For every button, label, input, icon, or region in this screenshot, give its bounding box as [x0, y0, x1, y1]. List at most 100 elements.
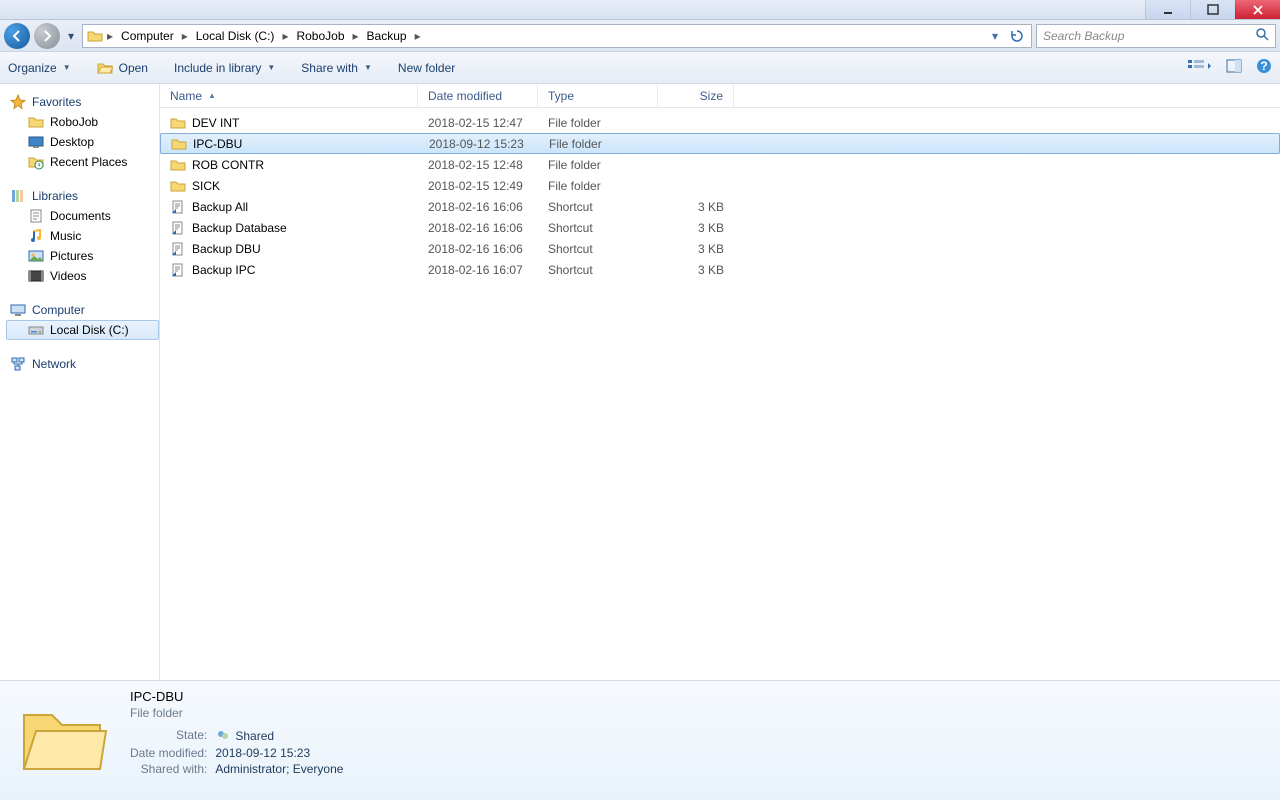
folder-icon	[170, 157, 186, 173]
column-header-name[interactable]: Name▲	[160, 84, 418, 107]
column-header-type[interactable]: Type	[538, 84, 658, 107]
sort-ascending-icon: ▲	[208, 91, 216, 100]
svg-text:?: ?	[1260, 59, 1267, 73]
sidebar-item-music[interactable]: Music	[6, 226, 159, 246]
include-in-library-button[interactable]: Include in library▼	[174, 61, 275, 75]
breadcrumb-separator[interactable]: ▸	[107, 29, 113, 43]
table-row[interactable]: Backup All 2018-02-16 16:06Shortcut3 KB	[160, 196, 1280, 217]
file-name: SICK	[192, 179, 220, 193]
file-name: ROB CONTR	[192, 158, 264, 172]
address-bar[interactable]: ▸ Computer ▸ Local Disk (C:) ▸ RoboJob ▸…	[82, 24, 1032, 48]
sidebar-network[interactable]: Network	[6, 354, 159, 374]
file-type: Shortcut	[538, 242, 658, 256]
sidebar-item-robojob[interactable]: RoboJob	[6, 112, 159, 132]
file-type: Shortcut	[538, 263, 658, 277]
forward-button[interactable]	[34, 23, 60, 49]
table-row[interactable]: SICK2018-02-15 12:49File folder	[160, 175, 1280, 196]
file-date: 2018-02-15 12:49	[418, 179, 538, 193]
breadcrumb-backup[interactable]: Backup	[363, 29, 411, 43]
sidebar-item-desktop[interactable]: Desktop	[6, 132, 159, 152]
file-size: 3 KB	[658, 263, 734, 277]
back-button[interactable]	[4, 23, 30, 49]
file-name: Backup DBU	[192, 242, 261, 256]
star-icon	[10, 94, 26, 110]
file-date: 2018-02-16 16:06	[418, 200, 538, 214]
file-date: 2018-02-16 16:06	[418, 242, 538, 256]
file-type: File folder	[539, 137, 659, 151]
column-header-date[interactable]: Date modified	[418, 84, 538, 107]
breadcrumb-robojob[interactable]: RoboJob	[292, 29, 348, 43]
libraries-icon	[10, 188, 26, 204]
breadcrumb-separator[interactable]: ▸	[415, 29, 421, 43]
address-dropdown-icon[interactable]: ▾	[985, 26, 1005, 46]
sidebar-item-recent-places[interactable]: Recent Places	[6, 152, 159, 172]
sidebar-favorites[interactable]: Favorites	[6, 92, 159, 112]
nav-bar: ▾ ▸ Computer ▸ Local Disk (C:) ▸ RoboJob…	[0, 20, 1280, 52]
nav-history-dropdown[interactable]: ▾	[64, 29, 78, 43]
sidebar-computer[interactable]: Computer	[6, 300, 159, 320]
preview-pane-button[interactable]	[1226, 58, 1242, 77]
file-size: 3 KB	[658, 200, 734, 214]
shortcut-icon	[170, 241, 186, 257]
column-header-size[interactable]: Size	[658, 84, 734, 107]
videos-icon	[28, 268, 44, 284]
breadcrumb-localdisk[interactable]: Local Disk (C:)	[192, 29, 279, 43]
documents-icon	[28, 208, 44, 224]
refresh-icon[interactable]	[1007, 26, 1027, 46]
share-with-button[interactable]: Share with▼	[301, 61, 372, 75]
help-button[interactable]: ?	[1256, 58, 1272, 77]
file-type: Shortcut	[538, 221, 658, 235]
pictures-icon	[28, 248, 44, 264]
details-shared-value: Administrator; Everyone	[215, 762, 343, 776]
open-button[interactable]: Open	[97, 60, 148, 76]
column-headers: Name▲ Date modified Type Size	[160, 84, 1280, 108]
breadcrumb-computer[interactable]: Computer	[117, 29, 178, 43]
file-date: 2018-02-15 12:47	[418, 116, 538, 130]
table-row[interactable]: Backup DBU 2018-02-16 16:06Shortcut3 KB	[160, 238, 1280, 259]
table-row[interactable]: Backup IPC 2018-02-16 16:07Shortcut3 KB	[160, 259, 1280, 280]
details-pane: IPC-DBU File folder State: Shared Date m…	[0, 680, 1280, 800]
shortcut-icon	[170, 262, 186, 278]
shortcut-icon	[170, 199, 186, 215]
table-row[interactable]: IPC-DBU2018-09-12 15:23File folder	[160, 133, 1280, 154]
details-date-value: 2018-09-12 15:23	[215, 746, 343, 760]
music-icon	[28, 228, 44, 244]
file-name: Backup IPC	[192, 263, 255, 277]
search-input[interactable]: Search Backup	[1036, 24, 1276, 48]
computer-icon	[10, 302, 26, 318]
details-folder-icon	[14, 689, 110, 785]
breadcrumb-separator[interactable]: ▸	[182, 29, 188, 43]
file-type: Shortcut	[538, 200, 658, 214]
table-row[interactable]: ROB CONTR2018-02-15 12:48File folder	[160, 154, 1280, 175]
file-name: Backup All	[192, 200, 248, 214]
close-button[interactable]	[1235, 0, 1280, 19]
organize-button[interactable]: Organize▼	[8, 61, 71, 75]
file-date: 2018-02-16 16:07	[418, 263, 538, 277]
network-icon	[10, 356, 26, 372]
breadcrumb-separator[interactable]: ▸	[282, 29, 288, 43]
details-shared-label: Shared with:	[130, 762, 207, 776]
file-size: 3 KB	[658, 242, 734, 256]
sidebar-item-local-disk-c[interactable]: Local Disk (C:)	[6, 320, 159, 340]
table-row[interactable]: DEV INT2018-02-15 12:47File folder	[160, 112, 1280, 133]
file-type: File folder	[538, 116, 658, 130]
recent-icon	[28, 154, 44, 170]
table-row[interactable]: Backup Database2018-02-16 16:06Shortcut3…	[160, 217, 1280, 238]
breadcrumb-separator[interactable]: ▸	[353, 29, 359, 43]
sidebar-item-pictures[interactable]: Pictures	[6, 246, 159, 266]
minimize-button[interactable]	[1145, 0, 1190, 19]
new-folder-button[interactable]: New folder	[398, 61, 455, 75]
sidebar-item-videos[interactable]: Videos	[6, 266, 159, 286]
title-bar	[0, 0, 1280, 20]
folder-icon	[170, 115, 186, 131]
file-date: 2018-02-16 16:06	[418, 221, 538, 235]
details-date-label: Date modified:	[130, 746, 207, 760]
file-name: IPC-DBU	[193, 137, 242, 151]
toolbar: Organize▼ Open Include in library▼ Share…	[0, 52, 1280, 84]
sidebar-libraries[interactable]: Libraries	[6, 186, 159, 206]
search-icon[interactable]	[1255, 27, 1269, 44]
maximize-button[interactable]	[1190, 0, 1235, 19]
file-list: Name▲ Date modified Type Size DEV INT201…	[160, 84, 1280, 680]
sidebar-item-documents[interactable]: Documents	[6, 206, 159, 226]
view-options-button[interactable]	[1188, 58, 1212, 77]
